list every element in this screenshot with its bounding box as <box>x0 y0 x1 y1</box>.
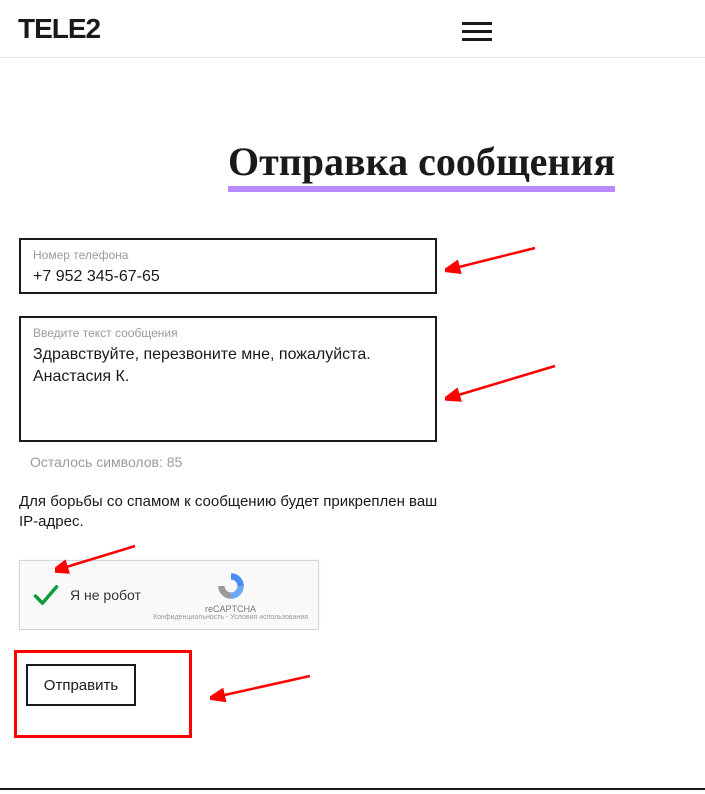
phone-field[interactable]: Номер телефона <box>19 238 437 294</box>
header: TELE2 <box>0 0 705 58</box>
menu-burger-icon[interactable] <box>462 22 492 42</box>
chars-remaining: Осталось символов: 85 <box>30 454 182 470</box>
annotation-arrow-icon <box>445 358 565 408</box>
logo-tele2: TELE2 <box>18 13 100 45</box>
recaptcha-widget[interactable]: Я не робот reCAPTCHA Конфиденциальность … <box>19 560 319 630</box>
message-label: Введите текст сообщения <box>33 326 423 340</box>
annotation-arrow-icon <box>210 668 320 708</box>
recaptcha-brand-text: reCAPTCHA <box>153 604 308 614</box>
phone-label: Номер телефона <box>33 248 423 262</box>
footer-divider <box>0 788 705 790</box>
message-textarea[interactable] <box>33 344 423 430</box>
message-field[interactable]: Введите текст сообщения <box>19 316 437 442</box>
recaptcha-legal-text: Конфиденциальность - Условия использован… <box>153 614 308 621</box>
phone-input[interactable] <box>33 266 423 288</box>
page-title: Отправка сообщения <box>228 140 615 192</box>
recaptcha-checkmark-icon <box>32 581 60 609</box>
recaptcha-brand: reCAPTCHA Конфиденциальность - Условия и… <box>153 570 318 621</box>
spam-notice: Для борьбы со спамом к сообщению будет п… <box>19 492 449 533</box>
recaptcha-label: Я не робот <box>70 587 141 603</box>
submit-button[interactable]: Отправить <box>26 664 136 706</box>
annotation-arrow-icon <box>445 240 545 280</box>
recaptcha-logo-icon <box>215 570 247 602</box>
